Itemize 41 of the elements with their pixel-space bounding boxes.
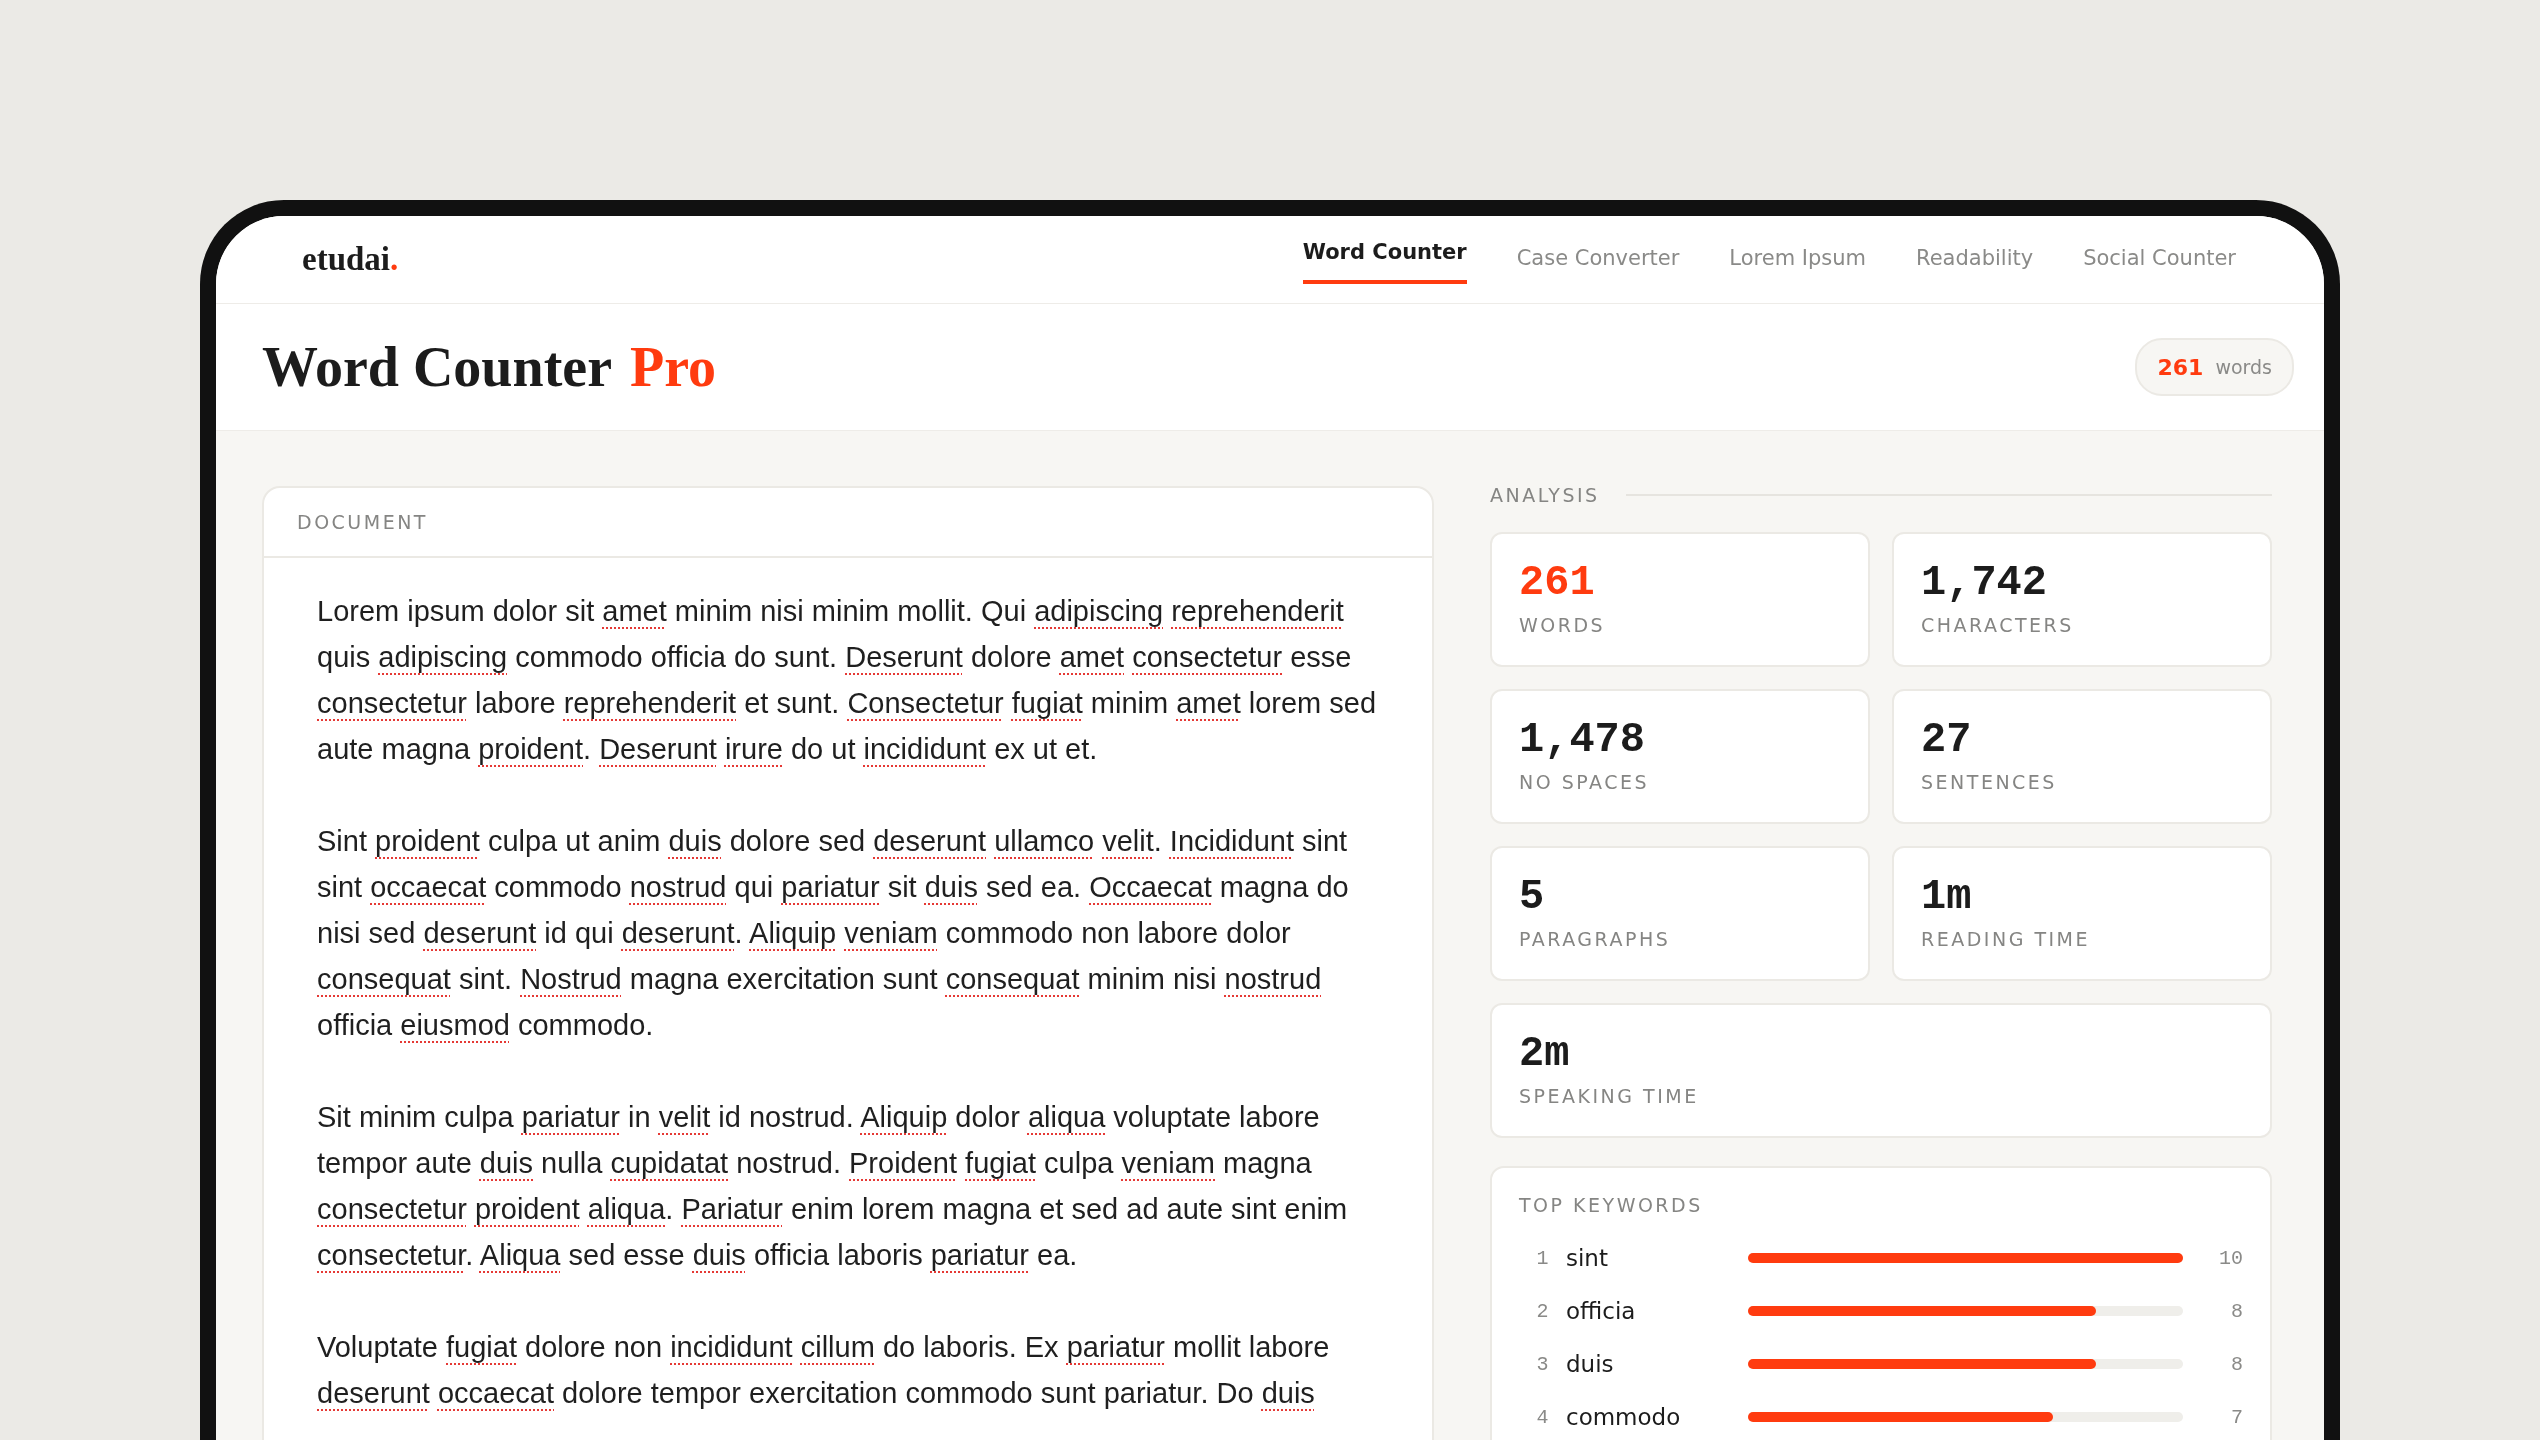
nav-tab[interactable]: Word Counter [1302, 229, 1467, 284]
keyword: duis [1566, 1351, 1615, 1377]
stat-label: SENTENCES [1921, 771, 2057, 793]
stat-value: 27 [1921, 717, 1972, 763]
stat-value: 2m [1519, 1031, 1570, 1077]
analysis-heading: ANALYSIS [1490, 484, 1600, 506]
page-title: Word Counter Pro [262, 335, 717, 399]
nav-tab[interactable]: Readability [1916, 235, 2034, 284]
nav-tab[interactable]: Lorem Ipsum [1729, 235, 1866, 284]
keyword: officia [1566, 1298, 1637, 1324]
nav-tab[interactable]: Social Counter [2083, 235, 2236, 284]
stat-value: 5 [1519, 874, 1545, 920]
stat-label: PARAGRAPHS [1519, 928, 1671, 950]
paragraph: Voluptate fugiat dolore non incididunt cillum do laboris. Ex pariatur mollit labore deserunt occaecat dolore tempor exercitation commodo sunt pariatur. Do duis [317, 1330, 1331, 1411]
document-heading: DOCUMENT [297, 511, 428, 533]
paragraph: Sit minim culpa pariatur in velit id nostrud. Aliquip dolor aliqua voluptate labore tempor aute duis nulla cupidatat nostrud. Proident fugiat culpa veniam magna consectetur proident aliqua. Pariatur enim lorem magna et sed ad aute sint enim consectetur. Aliqua sed esse duis officia laboris pariatur ea. [317, 1100, 1349, 1273]
stat-label: NO SPACES [1519, 771, 1649, 793]
stat-label: READING TIME [1921, 928, 2091, 950]
keyword-rank: 4 [1535, 1405, 1550, 1429]
logo: etudai. [302, 241, 399, 278]
stat-value: 1m [1921, 874, 1972, 920]
keyword-count: 7 [2230, 1405, 2243, 1429]
keywords-heading: TOP KEYWORDS [1519, 1194, 1703, 1216]
stat-label: CHARACTERS [1921, 614, 2074, 636]
nav-tab[interactable]: Case Converter [1516, 235, 1680, 284]
keyword-count: 8 [2230, 1299, 2243, 1323]
word-count-badge: 261 words [2135, 338, 2294, 396]
keyword-rank: 1 [1535, 1246, 1550, 1270]
keyword-rank: 3 [1535, 1352, 1550, 1376]
keyword: sint [1566, 1245, 1609, 1271]
stat-value: 1,742 [1921, 560, 2048, 606]
keyword-count: 10 [2218, 1246, 2243, 1270]
keyword-count: 8 [2230, 1352, 2243, 1376]
paragraph: Sint proident culpa ut anim duis dolore sed deserunt ullamco velit. Incididunt sint sint occaecat commodo nostrud qui pariatur sit duis sed ea. Occaecat magna do nisi sed deserunt id qui deserunt. Aliquip veniam commodo non labore dolor consequat sint. Nostrud magna exercitation sunt consequat minim nisi nostrud officia eiusmod commodo. [317, 824, 1350, 1043]
paragraph: Lorem ipsum dolor sit amet minim nisi minim mollit. Qui adipiscing reprehenderit quis adipiscing commodo officia do sunt. Deserunt dolore amet consectetur esse consectetur labore reprehenderit et sunt. Consectetur fugiat minim amet lorem sed aute magna proident. Deserunt irure do ut incididunt ex ut et. [317, 594, 1378, 767]
stat-value: 1,478 [1519, 717, 1646, 763]
keyword-rank: 2 [1535, 1299, 1550, 1323]
stat-label: SPEAKING TIME [1519, 1085, 1699, 1107]
keyword: commodo [1566, 1404, 1682, 1430]
stat-value: 261 [1519, 560, 1595, 606]
stat-label: WORDS [1519, 614, 1606, 636]
